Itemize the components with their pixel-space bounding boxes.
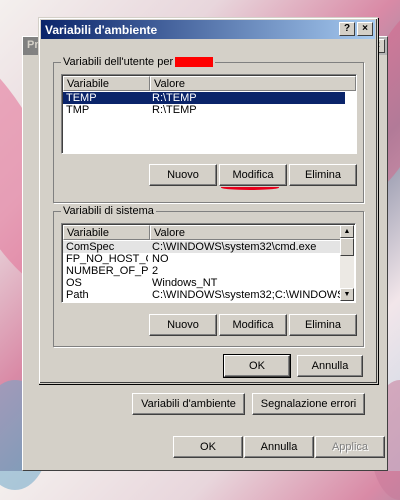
column-header-variable[interactable]: Variabile bbox=[63, 225, 150, 240]
list-item[interactable]: OS Windows_NT bbox=[63, 277, 340, 289]
system-ok-button[interactable]: OK bbox=[173, 436, 243, 458]
system-variables-list[interactable]: Variabile Valore ComSpec C:\WINDOWS\syst… bbox=[61, 223, 356, 303]
column-header-value[interactable]: Valore bbox=[150, 76, 356, 91]
system-variables-label: Variabili di sistema bbox=[61, 205, 156, 217]
system-list-scrollbar[interactable]: ▲ ▼ bbox=[340, 225, 354, 301]
dialog-title: Variabili d'ambiente bbox=[45, 23, 158, 37]
column-header-variable[interactable]: Variabile bbox=[63, 76, 150, 91]
red-annotation-underline bbox=[221, 185, 279, 190]
user-delete-button[interactable]: Elimina bbox=[289, 164, 357, 186]
environment-variables-dialog: Variabili d'ambiente ? × Variabili dell'… bbox=[38, 17, 378, 384]
error-reporting-button[interactable]: Segnalazione errori bbox=[252, 393, 365, 415]
environment-variables-button[interactable]: Variabili d'ambiente bbox=[132, 393, 245, 415]
user-new-button[interactable]: Nuovo bbox=[149, 164, 217, 186]
system-apply-button[interactable]: Applica bbox=[315, 436, 385, 458]
close-button[interactable]: × bbox=[357, 22, 373, 36]
list-item[interactable]: TMP R:\TEMP bbox=[63, 104, 345, 116]
user-variables-list[interactable]: Variabile Valore TEMP R:\TEMP TMP R:\TEM… bbox=[61, 74, 357, 154]
system-cancel-button[interactable]: Annulla bbox=[244, 436, 314, 458]
cancel-button[interactable]: Annulla bbox=[297, 355, 363, 377]
column-header-value[interactable]: Valore bbox=[150, 225, 341, 240]
system-new-button[interactable]: Nuovo bbox=[149, 314, 217, 336]
list-item[interactable]: TEMP R:\TEMP bbox=[63, 92, 345, 104]
help-button[interactable]: ? bbox=[339, 22, 355, 36]
user-edit-button[interactable]: Modifica bbox=[219, 164, 287, 186]
user-variables-label: Variabili dell'utente per bbox=[61, 56, 216, 68]
system-delete-button[interactable]: Elimina bbox=[289, 314, 357, 336]
redacted-username bbox=[175, 57, 214, 68]
scroll-up-arrow-icon[interactable]: ▲ bbox=[340, 225, 354, 238]
scroll-thumb[interactable] bbox=[340, 238, 354, 256]
system-edit-button[interactable]: Modifica bbox=[219, 314, 287, 336]
list-item[interactable]: FP_NO_HOST_C... NO bbox=[63, 253, 340, 265]
ok-button[interactable]: OK bbox=[223, 354, 291, 378]
dialog-titlebar: Variabili d'ambiente ? × bbox=[41, 20, 375, 39]
list-item[interactable]: Path C:\WINDOWS\system32;C:\WINDOWS;... bbox=[63, 289, 352, 301]
list-item[interactable]: ComSpec C:\WINDOWS\system32\cmd.exe bbox=[63, 241, 340, 253]
scroll-down-arrow-icon[interactable]: ▼ bbox=[340, 288, 354, 301]
list-item[interactable]: NUMBER_OF_P... 2 bbox=[63, 265, 340, 277]
